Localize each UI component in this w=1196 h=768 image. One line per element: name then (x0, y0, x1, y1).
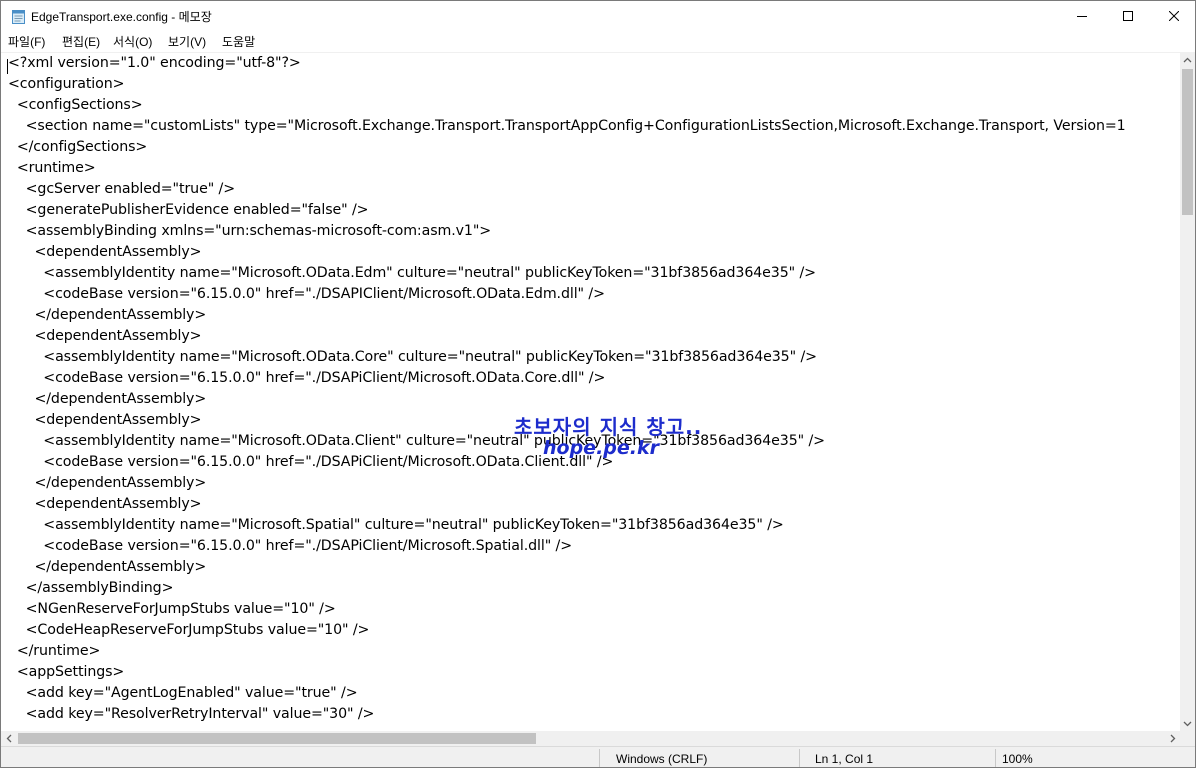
text-line: <configuration> (8, 76, 125, 92)
status-divider (599, 749, 600, 767)
text-line: <runtime> (8, 160, 96, 176)
status-divider (995, 749, 996, 767)
text-line: </dependentAssembly> (8, 475, 207, 491)
scroll-up-arrow[interactable] (1180, 52, 1195, 67)
text-line: </runtime> (8, 643, 101, 659)
text-line: <dependentAssembly> (8, 328, 202, 344)
text-line: <assemblyIdentity name="Microsoft.OData.… (8, 265, 816, 281)
vertical-scroll-thumb[interactable] (1182, 69, 1193, 215)
zoom-status: 100% (1002, 752, 1033, 766)
close-button[interactable] (1151, 1, 1195, 31)
chevron-down-icon (1183, 721, 1192, 726)
title-bar[interactable]: EdgeTransport.exe.config - 메모장 (1, 1, 1195, 31)
text-line: <assemblyBinding xmlns="urn:schemas-micr… (8, 223, 492, 239)
text-line: <assemblyIdentity name="Microsoft.OData.… (8, 433, 825, 449)
notepad-icon (12, 10, 25, 24)
horizontal-scrollbar[interactable] (1, 731, 1180, 746)
text-line: <codeBase version="6.15.0.0" href="./DSA… (8, 286, 605, 302)
chevron-up-icon (1183, 57, 1192, 62)
vertical-scrollbar[interactable] (1180, 52, 1195, 731)
menu-edit[interactable]: 편집(E) (62, 33, 100, 50)
text-line: <configSections> (8, 97, 143, 113)
text-line: <CodeHeapReserveForJumpStubs value="10" … (8, 622, 370, 638)
scroll-down-arrow[interactable] (1180, 716, 1195, 731)
text-line: <dependentAssembly> (8, 496, 202, 512)
menu-format[interactable]: 서식(O) (113, 33, 152, 50)
menu-view[interactable]: 보기(V) (168, 33, 206, 50)
scrollbar-corner (1180, 731, 1195, 746)
text-line: <codeBase version="6.15.0.0" href="./DSA… (8, 538, 573, 554)
watermark-url: hope.pe.kr (543, 437, 659, 459)
text-line: <add key="ResolverRetryInterval" value="… (8, 706, 375, 722)
text-line: <dependentAssembly> (8, 412, 202, 428)
maximize-button[interactable] (1105, 1, 1151, 31)
text-line: <gcServer enabled="true" /> (8, 181, 235, 197)
window-title: EdgeTransport.exe.config - 메모장 (31, 10, 212, 24)
cursor-position-status: Ln 1, Col 1 (815, 752, 874, 766)
text-line: <add key="AgentLogEnabled" value="true" … (8, 685, 358, 701)
minimize-icon (1077, 16, 1087, 17)
watermark-text: 초보자의 지식 창고.. (514, 415, 703, 439)
text-line: </configSections> (8, 139, 148, 155)
menu-file[interactable]: 파일(F) (8, 33, 45, 50)
text-line: <?xml version="1.0" encoding="utf-8"?> (8, 55, 301, 71)
text-line: <NGenReserveForJumpStubs value="10" /> (8, 601, 336, 617)
text-line: <appSettings> (8, 664, 125, 680)
scroll-left-arrow[interactable] (1, 731, 16, 746)
text-line: <section name="customLists" type="Micros… (8, 118, 1126, 134)
text-line: </dependentAssembly> (8, 559, 207, 575)
text-line: </assemblyBinding> (8, 580, 174, 596)
menu-help[interactable]: 도움말 (222, 33, 255, 50)
text-line: <codeBase version="6.15.0.0" href="./DSA… (8, 370, 606, 386)
chevron-left-icon (6, 734, 11, 743)
text-line: </dependentAssembly> (8, 307, 207, 323)
text-editor[interactable]: <?xml version="1.0" encoding="utf-8"?> <c… (1, 52, 1180, 732)
text-line: <codeBase version="6.15.0.0" href="./DSA… (8, 454, 614, 470)
text-line: <assemblyIdentity name="Microsoft.OData.… (8, 349, 817, 365)
minimize-button[interactable] (1059, 1, 1105, 31)
scroll-right-arrow[interactable] (1165, 731, 1180, 746)
text-line: </dependentAssembly> (8, 391, 207, 407)
maximize-icon (1123, 11, 1133, 21)
text-line: <generatePublisherEvidence enabled="fals… (8, 202, 369, 218)
line-ending-status: Windows (CRLF) (616, 752, 708, 766)
menu-bar: 파일(F) 편집(E) 서식(O) 보기(V) 도움말 (1, 31, 1195, 51)
horizontal-scroll-thumb[interactable] (18, 733, 536, 744)
chevron-right-icon (1170, 734, 1175, 743)
close-icon (1169, 11, 1179, 21)
status-bar: Windows (CRLF) Ln 1, Col 1 100% (1, 746, 1195, 767)
text-line: <dependentAssembly> (8, 244, 202, 260)
notepad-window: EdgeTransport.exe.config - 메모장 파일(F) 편집(… (0, 0, 1196, 768)
status-divider (799, 749, 800, 767)
text-line: <assemblyIdentity name="Microsoft.Spatia… (8, 517, 784, 533)
